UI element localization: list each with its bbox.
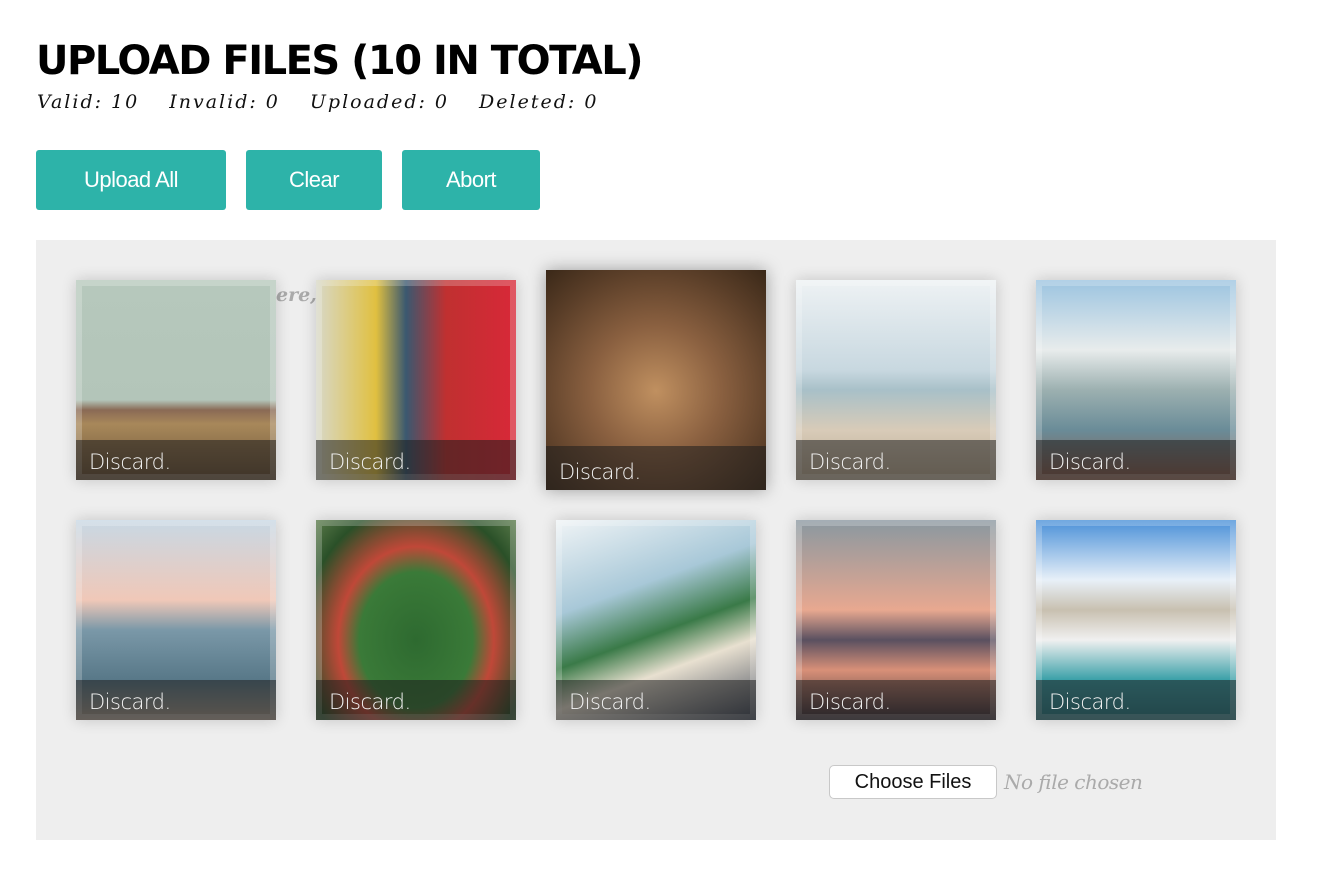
drop-hint: ere, [276, 284, 317, 306]
file-thumbnail-sailboat[interactable]: Discard. [76, 520, 276, 720]
file-thumbnail-beach[interactable]: Discard. [796, 280, 996, 480]
discard-bar[interactable]: Discard. [796, 440, 996, 480]
discard-label[interactable]: Discard. [1049, 690, 1131, 714]
drop-zone[interactable]: ere, Choose Files No file chosen Discard… [36, 240, 1276, 840]
page-title: UPLOAD FILES (10 IN TOTAL) [36, 38, 643, 84]
discard-bar[interactable]: Discard. [1036, 440, 1236, 480]
choose-files-button[interactable]: Choose Files [829, 765, 997, 799]
file-thumbnail-christmas-tree[interactable]: Discard. [316, 520, 516, 720]
stat-invalid: Invalid: 0 [169, 91, 280, 113]
discard-label[interactable]: Discard. [809, 690, 891, 714]
file-thumbnail-beach-umbrella[interactable]: Discard. [556, 520, 756, 720]
upload-stats: Valid: 10 Invalid: 0 Uploaded: 0 Deleted… [37, 91, 598, 113]
discard-bar[interactable]: Discard. [546, 446, 766, 490]
file-thumbnail-stairs[interactable]: Discard. [316, 280, 516, 480]
stat-valid: Valid: 10 [37, 91, 140, 113]
file-thumbnail-sunset[interactable]: Discard. [796, 520, 996, 720]
file-status: No file chosen [1004, 770, 1143, 794]
file-thumbnail-harbor[interactable]: Discard. [1036, 280, 1236, 480]
discard-label[interactable]: Discard. [569, 690, 651, 714]
file-thumbnail-cheetah[interactable]: Discard. [76, 280, 276, 480]
discard-label[interactable]: Discard. [329, 450, 411, 474]
discard-label[interactable]: Discard. [89, 450, 171, 474]
discard-label[interactable]: Discard. [809, 450, 891, 474]
upload-all-button[interactable]: Upload All [36, 150, 226, 210]
stat-deleted: Deleted: 0 [479, 91, 599, 113]
file-thumbnail-marina[interactable]: Discard. [1036, 520, 1236, 720]
discard-label[interactable]: Discard. [329, 690, 411, 714]
discard-bar[interactable]: Discard. [76, 440, 276, 480]
discard-bar[interactable]: Discard. [316, 440, 516, 480]
discard-bar[interactable]: Discard. [796, 680, 996, 720]
discard-bar[interactable]: Discard. [76, 680, 276, 720]
abort-button[interactable]: Abort [402, 150, 540, 210]
file-thumbnail-kitten[interactable]: Discard. [546, 270, 766, 490]
discard-bar[interactable]: Discard. [316, 680, 516, 720]
discard-label[interactable]: Discard. [559, 460, 641, 484]
discard-bar[interactable]: Discard. [556, 680, 756, 720]
discard-label[interactable]: Discard. [89, 690, 171, 714]
clear-button[interactable]: Clear [246, 150, 382, 210]
discard-label[interactable]: Discard. [1049, 450, 1131, 474]
stat-uploaded: Uploaded: 0 [309, 91, 450, 113]
discard-bar[interactable]: Discard. [1036, 680, 1236, 720]
